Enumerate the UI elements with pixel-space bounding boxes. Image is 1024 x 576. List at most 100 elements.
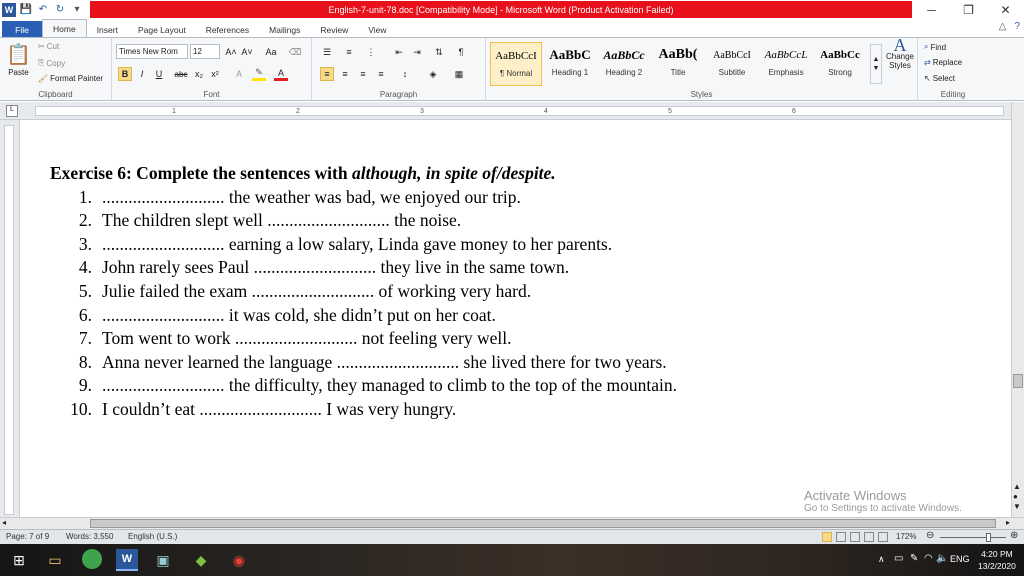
superscript-button[interactable]: x² [208,67,222,81]
bold-button[interactable]: B [118,67,132,81]
shrink-font-button[interactable]: A˅ [240,45,254,59]
volume-icon[interactable]: 🔈 [936,553,948,564]
tab-selector[interactable]: L [6,105,18,117]
select-button[interactable]: ↖ Select [924,74,955,83]
copy-button[interactable]: ⎘ Copy [38,58,65,68]
justify-icon[interactable]: ≡ [374,67,388,81]
scroll-left-icon[interactable]: ◂ [2,518,6,527]
page-count[interactable]: Page: 7 of 9 [6,532,49,541]
format-painter-button[interactable]: 🖌 Format Painter [38,74,103,83]
language-indicator[interactable]: English (U.S.) [128,532,177,541]
underline-button[interactable]: U [152,67,166,81]
shading-icon[interactable]: ◈ [426,67,440,81]
style-normal[interactable]: AaBbCcI ¶ Normal [490,42,542,86]
redo-icon[interactable]: ↻ [53,3,67,17]
vertical-scrollbar[interactable]: ▲ ● ▼ [1011,102,1024,519]
customize-qat-icon[interactable]: ▾ [70,3,84,17]
numbering-icon[interactable]: ≡ [342,45,356,59]
style-title[interactable]: AaBb(Title [652,42,704,86]
stack-app-icon[interactable]: ◆ [190,549,212,571]
minimize-ribbon-icon[interactable]: △ [999,21,1007,32]
save-icon[interactable]: 💾 [19,3,33,17]
align-right-icon[interactable]: ≡ [356,67,370,81]
show-hidden-icons[interactable]: ∧ [878,554,885,565]
change-case-button[interactable]: Aa [264,45,278,59]
input-language[interactable]: ENG [950,554,970,564]
font-color-icon[interactable]: A [274,67,288,81]
clear-format-icon[interactable]: ⌫ [288,45,302,59]
horizontal-scroll-thumb[interactable] [90,519,996,528]
zoom-slider-thumb[interactable] [986,533,991,542]
file-explorer-icon[interactable]: ▭ [44,549,66,571]
tab-home[interactable]: Home [42,19,87,38]
styles-scroll[interactable]: ▲ ▼ [870,44,882,84]
subscript-button[interactable]: x₂ [192,67,206,81]
horizontal-scrollbar[interactable]: ◂ ▸ [0,517,1024,529]
zoom-slider[interactable] [940,537,1006,538]
outline-icon[interactable] [864,532,874,542]
wifi-icon[interactable]: ◠ [924,553,933,564]
bullets-icon[interactable]: ☰ [320,45,334,59]
close-button[interactable]: ✕ [987,0,1024,19]
tab-page-layout[interactable]: Page Layout [128,21,196,38]
text-effects-icon[interactable]: A [232,67,246,81]
document-content[interactable]: Exercise 6: Complete the sentences with … [50,162,950,422]
clock[interactable]: 4:20 PM 13/2/2020 [978,548,1016,572]
align-center-icon[interactable]: ≡ [338,67,352,81]
minimize-button[interactable]: ─ [913,0,950,19]
borders-icon[interactable]: ▦ [452,67,466,81]
tab-insert[interactable]: Insert [87,21,128,38]
style-subtitle[interactable]: AaBbCcI Subtitle [706,42,758,86]
change-styles-button[interactable]: A Change Styles [884,36,916,70]
browse-object-icon[interactable]: ● [1013,492,1018,501]
font-size-input[interactable]: 12 [190,44,220,59]
green-app-icon[interactable] [82,549,102,569]
tab-view[interactable]: View [358,21,396,38]
pen-icon[interactable]: ✎ [910,553,918,564]
word-count[interactable]: Words: 3,550 [66,532,113,541]
paste-button[interactable]: 📋 Paste [6,42,31,77]
replace-button[interactable]: ⇄ Replace [924,58,962,67]
vertical-scroll-thumb[interactable] [1013,374,1023,388]
tab-references[interactable]: References [196,21,259,38]
increase-indent-icon[interactable]: ⇥ [410,45,424,59]
help-icon[interactable]: ? [1014,21,1020,32]
scroll-right-icon[interactable]: ▸ [1006,518,1010,527]
full-screen-icon[interactable] [836,532,846,542]
windows-start-icon[interactable]: ⊞ [8,549,30,571]
decrease-indent-icon[interactable]: ⇤ [392,45,406,59]
style-emphasis[interactable]: AaBbCcL Emphasis [760,42,812,86]
sort-icon[interactable]: ⇅ [432,45,446,59]
style-strong[interactable]: AaBbCc Strong [814,42,866,86]
tab-file[interactable]: File [2,21,42,38]
zoom-out-icon[interactable]: ⊖ [926,530,934,541]
cut-button[interactable]: ✂ Cut [38,42,59,51]
style-heading-2[interactable]: AaBbCc Heading 2 [598,42,650,86]
print-layout-icon[interactable] [822,532,832,542]
web-layout-icon[interactable] [850,532,860,542]
zoom-level[interactable]: 172% [896,532,916,541]
draft-icon[interactable] [878,532,888,542]
show-marks-icon[interactable]: ¶ [454,45,468,59]
strikethrough-button[interactable]: abc [174,67,188,81]
next-page-icon[interactable]: ▼ [1013,502,1021,511]
battery-icon[interactable]: ▭ [894,553,903,564]
italic-button[interactable]: I [135,67,149,81]
tab-review[interactable]: Review [310,21,358,38]
chrome-icon[interactable]: ◉ [228,549,250,571]
line-spacing-icon[interactable]: ↕ [398,67,412,81]
align-left-icon[interactable]: ≡ [320,67,334,81]
zoom-in-icon[interactable]: ⊕ [1010,530,1018,541]
find-button[interactable]: ⌕ Find [924,42,946,52]
multilevel-list-icon[interactable]: ⋮ [364,45,378,59]
restore-button[interactable]: ❐ [950,0,987,19]
undo-icon[interactable]: ↶ [36,3,50,17]
photo-app-icon[interactable]: ▣ [152,549,174,571]
highlight-color-icon[interactable]: ✎ [252,67,266,81]
style-heading-1[interactable]: AaBbC Heading 1 [544,42,596,86]
previous-page-icon[interactable]: ▲ [1013,482,1021,491]
grow-font-button[interactable]: A˄ [224,45,238,59]
font-name-input[interactable]: Times New Rom [116,44,188,59]
word-taskbar-icon[interactable]: W [116,549,138,571]
tab-mailings[interactable]: Mailings [259,21,310,38]
